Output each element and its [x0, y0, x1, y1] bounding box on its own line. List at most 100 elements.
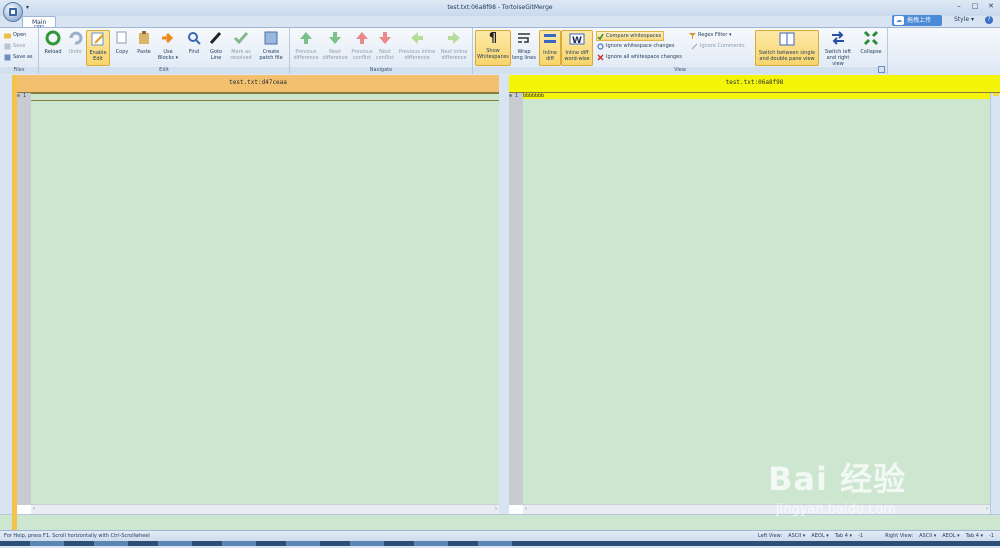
inline-diff-icon — [544, 34, 556, 43]
watermark-url: jingyan.baidu.com — [776, 502, 896, 517]
ignore-comments-option[interactable]: Ignore Comments — [691, 42, 745, 50]
use-blocks-icon — [162, 32, 174, 44]
dialog-launcher-icon[interactable] — [878, 66, 885, 73]
close-button[interactable]: ✕ — [986, 2, 996, 10]
left-pane: test.txt:d47ceaa ⊖ 1 ‹ › — [17, 75, 499, 514]
scroll-right-arrow[interactable]: › — [495, 505, 497, 514]
undo-button[interactable]: Undo — [65, 30, 85, 55]
ignore-whitespace-changes-option[interactable]: Ignore whitespace changes — [597, 42, 674, 50]
cloud-upload-icon: ☁ — [894, 16, 904, 25]
inline-diff-word-wise-button[interactable]: W Inline diff word-wise — [561, 30, 593, 66]
inline-diff-word-wise-label: Inline diff word-wise — [564, 50, 590, 62]
use-blocks-button[interactable]: Use Blocks ▾ — [156, 30, 180, 61]
watermark: Bai 经验 jingyan.baidu.com — [768, 440, 978, 525]
right-line-number: ⊕ 1 — [509, 93, 523, 100]
previous-inline-label: Previous inline difference — [398, 49, 436, 61]
ignore-all-whitespace-option[interactable]: Ignore all whitespace changes — [597, 53, 682, 61]
previous-conflict-button[interactable]: Previous conflict — [350, 30, 374, 61]
previous-inline-difference-button[interactable]: Previous inline difference — [397, 30, 437, 61]
ignore-whitespace-changes-label: Ignore whitespace changes — [606, 43, 675, 49]
copy-button[interactable]: Copy — [112, 30, 132, 55]
goto-line-button[interactable]: Goto Line — [206, 30, 226, 61]
previous-conflict-label: Previous conflict — [351, 49, 373, 61]
app-menu-button[interactable] — [3, 2, 23, 22]
compare-whitespaces-option[interactable]: Compare whitespaces — [596, 31, 665, 41]
style-menu[interactable]: Style ▾ — [954, 16, 974, 23]
minimize-button[interactable]: – — [954, 2, 964, 10]
switch-left-right-button[interactable]: Switch left and right view — [821, 30, 855, 67]
taskbar-item[interactable] — [222, 541, 256, 546]
next-conflict-button[interactable]: Next conflict — [374, 30, 396, 61]
scroll-left-arrow[interactable]: ‹ — [33, 505, 35, 514]
switch-left-right-label: Switch left and right view — [824, 49, 852, 67]
left-gutter: ⊖ 1 — [17, 93, 31, 505]
pane-splitter[interactable] — [499, 75, 509, 514]
next-inline-label: Next inline difference — [440, 49, 468, 61]
wrap-long-lines-button[interactable]: Wrap long lines — [510, 30, 538, 61]
title-bar: ▾ test.txt:06a8f98 - TortoiseGitMerge – … — [0, 0, 1000, 16]
create-patch-button[interactable]: Create patch file — [257, 30, 285, 61]
arrow-right-green-icon — [448, 32, 460, 44]
find-button[interactable]: Find — [184, 30, 204, 55]
paste-button[interactable]: Paste — [134, 30, 154, 55]
arrow-left-green-icon — [411, 32, 423, 44]
arrow-up-red-icon — [356, 32, 368, 44]
taskbar-item[interactable] — [286, 541, 320, 546]
switch-pane-view-label: Switch between single and double pane vi… — [758, 50, 816, 62]
next-difference-button[interactable]: Next difference — [321, 30, 349, 61]
swap-arrows-icon — [832, 31, 844, 45]
wrap-lines-icon — [518, 33, 530, 43]
collapse-button[interactable]: Collapse — [858, 30, 884, 55]
taskbar-item[interactable] — [30, 541, 64, 546]
mark-resolved-button[interactable]: Mark as resolved — [228, 30, 254, 61]
collapse-label: Collapse — [860, 49, 882, 55]
left-content[interactable] — [31, 93, 499, 505]
scroll-left-arrow[interactable]: ‹ — [525, 505, 527, 514]
reload-button[interactable]: Reload — [42, 30, 64, 55]
switch-pane-view-button[interactable]: Switch between single and double pane vi… — [755, 30, 819, 66]
save-label: Save — [13, 43, 26, 49]
right-gutter: ⊕ 1 — [509, 93, 523, 505]
ribbon: Open Save Save as Files Reload Undo Enab… — [0, 27, 1000, 76]
previous-difference-label: Previous difference — [293, 49, 319, 61]
open-label: Open — [13, 32, 27, 38]
scroll-right-arrow[interactable]: › — [986, 505, 988, 514]
left-line-number: ⊖ 1 — [17, 93, 31, 100]
taskbar-item[interactable] — [350, 541, 384, 546]
taskbar-item[interactable] — [158, 541, 192, 546]
compare-whitespaces-label: Compare whitespaces — [606, 33, 662, 39]
regex-filter-button[interactable]: Regex Filter ▾ — [689, 31, 732, 39]
save-as-icon — [4, 54, 11, 60]
inline-diff-label: Inline diff — [543, 50, 557, 62]
help-icon[interactable]: ? — [985, 16, 993, 24]
taskbar — [0, 541, 1000, 546]
undo-icon — [69, 31, 83, 45]
navigate-group-label: Navigate — [290, 67, 472, 74]
open-button[interactable]: Open — [4, 31, 26, 39]
ignore-comments-label: Ignore Comments — [700, 43, 745, 49]
folder-open-icon — [4, 33, 11, 38]
previous-difference-button[interactable]: Previous difference — [292, 30, 320, 61]
use-blocks-label: Use Blocks ▾ — [157, 49, 179, 61]
upload-button[interactable]: ☁ 拖拽上传 — [892, 15, 942, 26]
paste-icon — [139, 31, 149, 44]
svg-text:W: W — [572, 36, 582, 46]
taskbar-item[interactable] — [414, 541, 448, 546]
taskbar-item[interactable] — [94, 541, 128, 546]
enable-edit-button[interactable]: Enable Edit — [86, 30, 110, 66]
diff-marker — [993, 93, 999, 96]
right-pane-header: test.txt:06a8f98 — [509, 75, 1000, 93]
left-pane-header: test.txt:d47ceaa — [17, 75, 499, 93]
right-line-marker: ⊕ — [509, 93, 513, 99]
right-vertical-scrollbar[interactable] — [990, 93, 1000, 514]
arrow-down-green-icon — [329, 32, 341, 44]
goto-line-icon — [209, 31, 222, 45]
taskbar-item[interactable] — [478, 541, 512, 546]
left-horizontal-scrollbar[interactable]: ‹ › — [31, 504, 499, 514]
next-inline-difference-button[interactable]: Next inline difference — [437, 30, 471, 61]
inline-diff-button[interactable]: Inline diff — [539, 30, 561, 66]
maximize-button[interactable]: □ — [970, 2, 980, 10]
show-whitespaces-button[interactable]: ¶ Show Whitespaces — [475, 30, 511, 66]
save-as-button[interactable]: Save as — [4, 53, 33, 61]
save-button[interactable]: Save — [4, 42, 25, 50]
